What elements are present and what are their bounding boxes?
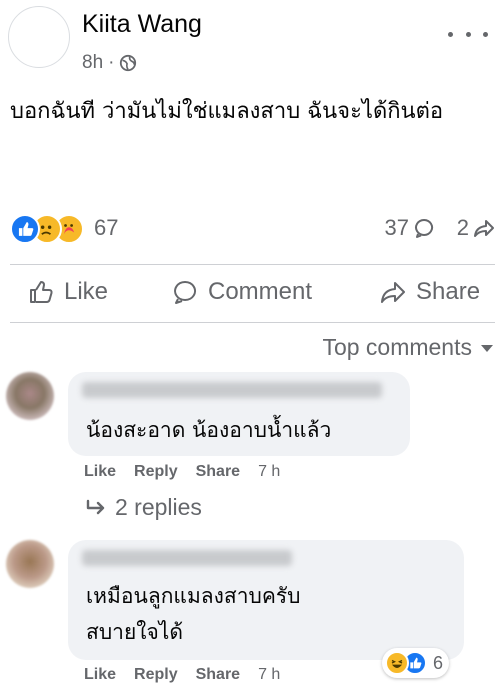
commenter-avatar[interactable] bbox=[6, 372, 54, 420]
comment-sort-dropdown[interactable]: Top comments bbox=[322, 334, 494, 361]
comment-button[interactable]: Comment bbox=[172, 278, 312, 306]
comment-time[interactable]: 7 h bbox=[258, 666, 280, 684]
caret-down-icon bbox=[481, 344, 493, 352]
post-time[interactable]: 8h bbox=[82, 52, 103, 74]
share-count-value: 2 bbox=[456, 215, 469, 240]
view-replies-link[interactable]: 2 replies bbox=[85, 494, 202, 521]
commenter-name[interactable] bbox=[82, 550, 292, 566]
meta-separator: · bbox=[108, 52, 115, 73]
share-icon bbox=[381, 282, 405, 303]
post-text: บอกฉันที ว่ามันไม่ใช่แมลงสาบ ฉันจะได้กิน… bbox=[10, 99, 444, 124]
share-button[interactable]: Share bbox=[380, 278, 480, 306]
comment-reaction-count: 6 bbox=[433, 652, 444, 673]
action-bar: Like Comment Share bbox=[0, 268, 500, 322]
comment-reply-button[interactable]: Reply bbox=[134, 666, 178, 684]
comment-count[interactable]: 37 bbox=[385, 215, 435, 241]
comment-bubble: น้องสะอาด น้องอาบน้ำแล้ว bbox=[68, 372, 410, 456]
comment-label: Comment bbox=[208, 278, 313, 305]
like-icon bbox=[10, 214, 40, 244]
comment-text-line2: สบายใจได้ bbox=[86, 620, 184, 644]
reply-arrow-icon bbox=[86, 499, 105, 514]
globe-icon bbox=[120, 54, 137, 72]
more-options-icon[interactable] bbox=[448, 24, 488, 44]
reaction-count[interactable]: 67 bbox=[94, 215, 118, 241]
comment-bubble-icon bbox=[415, 219, 433, 238]
post-header: Kiita Wang 8h · bbox=[0, 0, 500, 80]
post-meta: 8h · bbox=[82, 52, 137, 74]
like-label: Like bbox=[64, 278, 109, 305]
divider bbox=[10, 264, 495, 265]
haha-icon bbox=[385, 651, 409, 675]
sort-label: Top comments bbox=[322, 334, 472, 360]
comment-share-button[interactable]: Share bbox=[196, 666, 240, 684]
comment-time[interactable]: 7 h bbox=[258, 463, 280, 481]
share-count[interactable]: 2 bbox=[457, 215, 495, 241]
author-name[interactable]: Kiita Wang bbox=[82, 10, 202, 39]
divider bbox=[10, 322, 495, 323]
commenter-name[interactable] bbox=[82, 382, 382, 398]
comment-like-button[interactable]: Like bbox=[84, 463, 116, 481]
comment-count-value: 37 bbox=[384, 215, 409, 240]
comment-text: น้องสะอาด น้องอาบน้ำแล้ว bbox=[86, 418, 332, 442]
thumbs-up-icon bbox=[30, 281, 53, 303]
reaction-icons[interactable] bbox=[10, 214, 84, 244]
commenter-avatar[interactable] bbox=[6, 540, 54, 588]
comment-actions: Like Reply Share 7 h bbox=[84, 463, 280, 481]
comment-like-button[interactable]: Like bbox=[84, 666, 116, 684]
replies-label: 2 replies bbox=[115, 494, 202, 520]
comment-bubble: เหมือนลูกแมลงสาบครับ สบายใจได้ bbox=[68, 540, 464, 660]
comment-icon bbox=[174, 281, 197, 304]
comment-reply-button[interactable]: Reply bbox=[134, 463, 178, 481]
comment-share-button[interactable]: Share bbox=[196, 463, 240, 481]
post-stats: 67 37 2 bbox=[10, 212, 495, 246]
like-button[interactable]: Like bbox=[28, 278, 108, 306]
share-label: Share bbox=[416, 278, 481, 305]
comment-reactions[interactable]: 6 bbox=[382, 648, 450, 678]
comment-text-line1: เหมือนลูกแมลงสาบครับ bbox=[86, 584, 301, 608]
author-avatar[interactable] bbox=[8, 6, 70, 68]
share-arrow-icon bbox=[474, 220, 494, 237]
comment-actions: Like Reply Share 7 h bbox=[84, 666, 280, 684]
